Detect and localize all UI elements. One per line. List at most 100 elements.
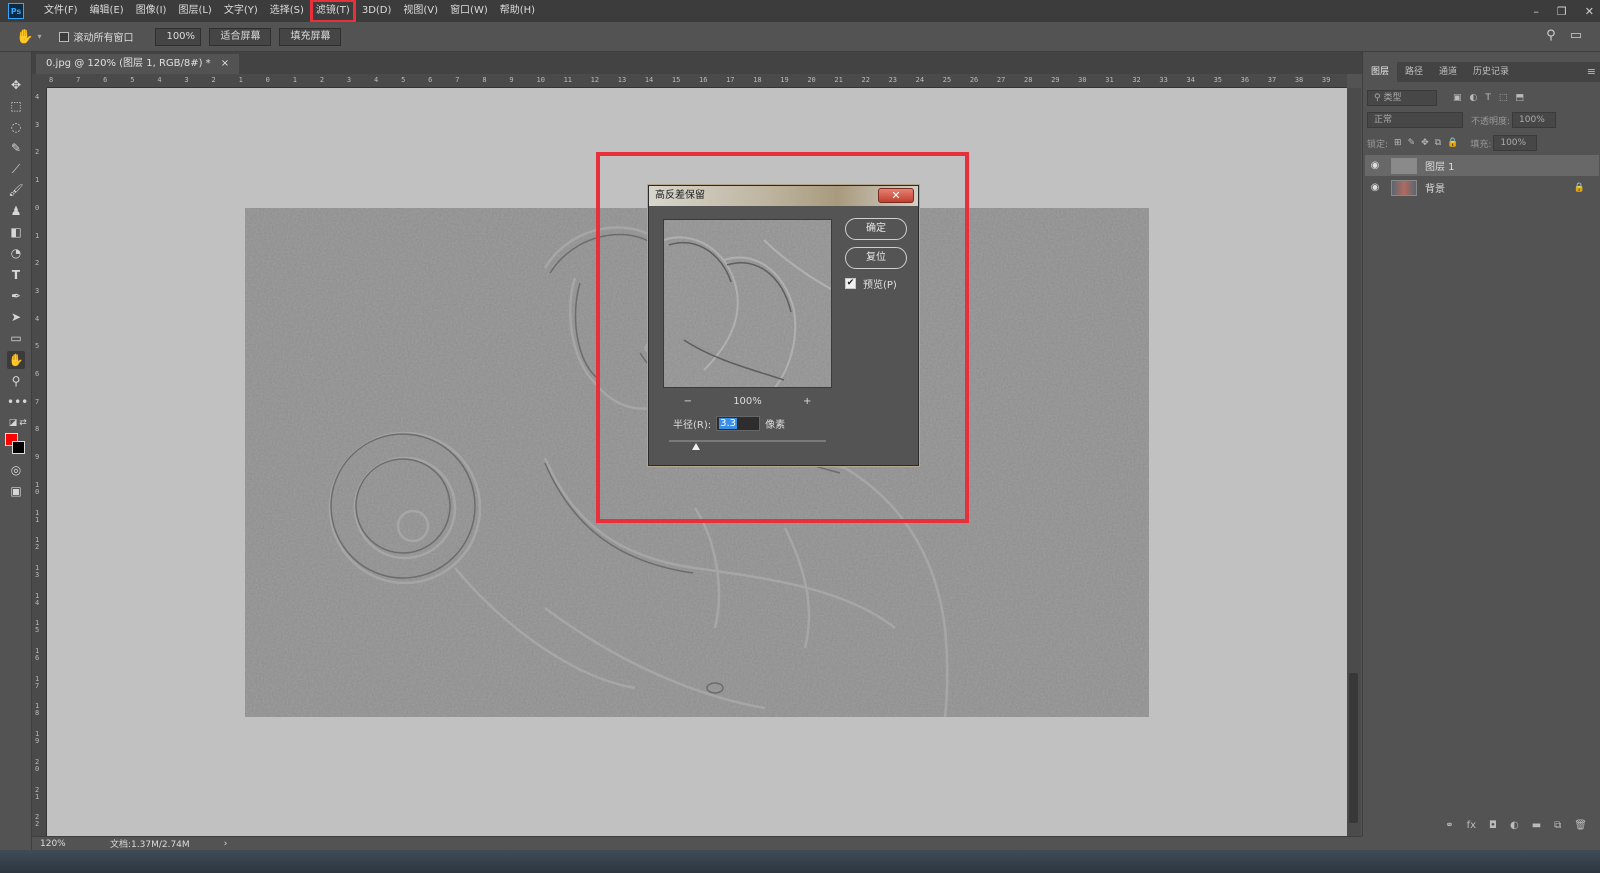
- quick-mask-icon[interactable]: ◎: [7, 461, 25, 479]
- menu-select[interactable]: 选择(S): [264, 0, 310, 22]
- preview-checkbox-row[interactable]: ✔ 预览(P): [845, 276, 897, 291]
- menu-layer[interactable]: 图层(L): [172, 0, 217, 22]
- menu-help[interactable]: 帮助(H): [494, 0, 541, 22]
- screen-mode-icon[interactable]: ▣: [7, 482, 25, 500]
- menu-3d[interactable]: 3D(D): [356, 0, 398, 22]
- tab-paths[interactable]: 路径: [1397, 62, 1431, 82]
- close-window-icon[interactable]: ✕: [1585, 5, 1594, 18]
- layer-filter-icons[interactable]: ▣◐T⬚⬒: [1453, 93, 1532, 103]
- fx-icon[interactable]: fx: [1467, 820, 1476, 831]
- link-layers-icon[interactable]: ⚭: [1445, 820, 1453, 831]
- ruler-tick-label: 23: [888, 76, 898, 84]
- delete-layer-icon[interactable]: 🗑: [1574, 820, 1587, 831]
- ruler-tick-label: 9: [35, 453, 40, 462]
- menu-window[interactable]: 窗口(W): [444, 0, 494, 22]
- opacity-field[interactable]: 100%: [1512, 112, 1557, 128]
- vertical-ruler[interactable]: 4 3 2 1 0 1 2 3 4 5 6 7 8 9 10 11 12 13 14 15 16 17 18 19 20 21 22: [32, 88, 47, 836]
- brush-tool-icon[interactable]: 🖌: [7, 181, 25, 199]
- lock-icons[interactable]: ⊞✎✥⧉🔒: [1394, 138, 1464, 148]
- menu-type[interactable]: 文字(Y): [218, 0, 264, 22]
- ruler-corner[interactable]: [32, 74, 47, 88]
- horizontal-ruler[interactable]: 8 7 6 5 4 3 2 1 0 1 2 3 4 5 6 7 8 9 10 11 12 13 14 15 16 17 18 19 20…: [47, 74, 1347, 88]
- status-zoom[interactable]: 120%: [40, 839, 100, 849]
- fill-field[interactable]: 100%: [1493, 135, 1538, 151]
- tab-layers[interactable]: 图层: [1363, 62, 1398, 82]
- canvas-vertical-scrollbar[interactable]: [1347, 88, 1361, 836]
- blend-mode-select[interactable]: 正常: [1367, 112, 1463, 128]
- status-arrow-icon[interactable]: ›: [224, 839, 228, 849]
- swap-colors-icon[interactable]: ⇄: [14, 414, 32, 432]
- layers-panel: 图层 路径 通道 历史记录 ≡ ⚲ 类型 ▣◐T⬚⬒ 正常 不透明度: 100%…: [1362, 52, 1600, 836]
- ruler-tick-label: 20: [35, 757, 40, 773]
- tab-history[interactable]: 历史记录: [1465, 62, 1517, 82]
- scroll-all-windows-checkbox[interactable]: 滚动所有窗口: [59, 29, 133, 44]
- more-tools-icon[interactable]: •••: [7, 393, 28, 411]
- rectangle-tool-icon[interactable]: ▭: [7, 329, 25, 347]
- ruler-tick-label: 20: [807, 76, 816, 84]
- quick-select-tool-icon[interactable]: ✎: [7, 139, 25, 157]
- menu-image[interactable]: 图像(I): [130, 0, 173, 22]
- zoom-out-icon[interactable]: −: [684, 396, 692, 407]
- radius-slider-thumb[interactable]: [691, 443, 700, 450]
- background-color-swatch[interactable]: [12, 441, 25, 454]
- restore-icon[interactable]: ❐: [1557, 5, 1567, 18]
- ok-button[interactable]: 确定: [845, 218, 907, 240]
- move-tool-icon[interactable]: ✥: [7, 76, 25, 94]
- visibility-eye-icon[interactable]: ◉: [1365, 160, 1385, 171]
- new-layer-icon[interactable]: ⧉: [1554, 820, 1561, 831]
- eraser-tool-icon[interactable]: ◧: [7, 223, 25, 241]
- layer-row[interactable]: ◉ 图层 1: [1365, 155, 1599, 176]
- radius-value: 3.3: [719, 418, 738, 429]
- zoom-in-icon[interactable]: +: [803, 396, 811, 407]
- workspace-icon[interactable]: ▭: [1570, 28, 1582, 43]
- menu-file[interactable]: 文件(F): [38, 0, 84, 22]
- ruler-tick-label: 34: [1186, 76, 1195, 84]
- layers-panel-footer: ⚭ fx ◘ ◐ ▬ ⧉ 🗑: [1363, 814, 1600, 836]
- dialog-close-button[interactable]: ✕: [878, 188, 914, 203]
- marquee-tool-icon[interactable]: ⬚: [7, 97, 25, 115]
- ruler-tick-label: 3: [184, 76, 189, 84]
- checkbox-box[interactable]: [59, 31, 70, 42]
- zoom-value-field[interactable]: 100%: [155, 27, 202, 46]
- menu-view[interactable]: 视图(V): [397, 0, 444, 22]
- radius-slider-track[interactable]: [669, 440, 826, 442]
- ruler-tick-label: 39: [1321, 76, 1331, 84]
- adjustment-layer-icon[interactable]: ◐: [1510, 820, 1519, 831]
- preview-zoom-value: 100%: [733, 395, 762, 407]
- ruler-tick-label: 14: [35, 591, 40, 607]
- pen-tool-icon[interactable]: ✒: [7, 287, 25, 305]
- visibility-eye-icon[interactable]: ◉: [1365, 182, 1385, 193]
- menu-edit[interactable]: 编辑(E): [84, 0, 130, 22]
- dialog-title-bar[interactable]: 高反差保留 ✕: [649, 186, 918, 206]
- layer-filter-select[interactable]: ⚲ 类型: [1367, 90, 1437, 106]
- path-select-tool-icon[interactable]: ➤: [7, 308, 25, 326]
- preview-checkbox[interactable]: ✔: [845, 278, 856, 289]
- search-icon[interactable]: ⚲: [1546, 28, 1556, 43]
- hand-tool-icon[interactable]: ✋: [7, 351, 25, 369]
- stamp-tool-icon[interactable]: ♟: [7, 202, 25, 220]
- filter-preview[interactable]: [663, 219, 832, 388]
- lasso-tool-icon[interactable]: ◌: [7, 118, 25, 136]
- tab-channels[interactable]: 通道: [1431, 62, 1465, 82]
- eyedropper-tool-icon[interactable]: ⟋: [7, 160, 25, 178]
- type-tool-icon[interactable]: T: [7, 266, 25, 284]
- ruler-tick-label: 6: [103, 76, 108, 84]
- close-tab-icon[interactable]: ×: [221, 54, 229, 74]
- add-mask-icon[interactable]: ◘: [1489, 820, 1497, 831]
- document-tab[interactable]: 0.jpg @ 120% (图层 1, RGB/8#) * ×: [36, 54, 240, 74]
- minimize-icon[interactable]: –: [1533, 5, 1539, 18]
- new-group-icon[interactable]: ▬: [1532, 820, 1541, 831]
- scrollbar-thumb[interactable]: [1349, 673, 1358, 823]
- dodge-tool-icon[interactable]: ◔: [7, 244, 25, 262]
- layer-row[interactable]: ◉ 背景 🔒: [1365, 177, 1599, 198]
- panel-menu-icon[interactable]: ≡: [1587, 62, 1596, 82]
- reset-button[interactable]: 复位: [845, 247, 907, 269]
- ruler-tick-label: 6: [428, 76, 433, 84]
- hand-tool-preset-icon[interactable]: ✋: [16, 29, 33, 45]
- menu-filter[interactable]: 滤镜(T): [309, 0, 356, 23]
- fit-screen-button[interactable]: 适合屏幕: [209, 27, 272, 46]
- fill-screen-button[interactable]: 填充屏幕: [279, 27, 342, 46]
- chevron-down-icon[interactable]: ▾: [37, 32, 41, 41]
- zoom-tool-icon[interactable]: ⚲: [7, 372, 25, 390]
- radius-input[interactable]: 3.3: [716, 416, 761, 431]
